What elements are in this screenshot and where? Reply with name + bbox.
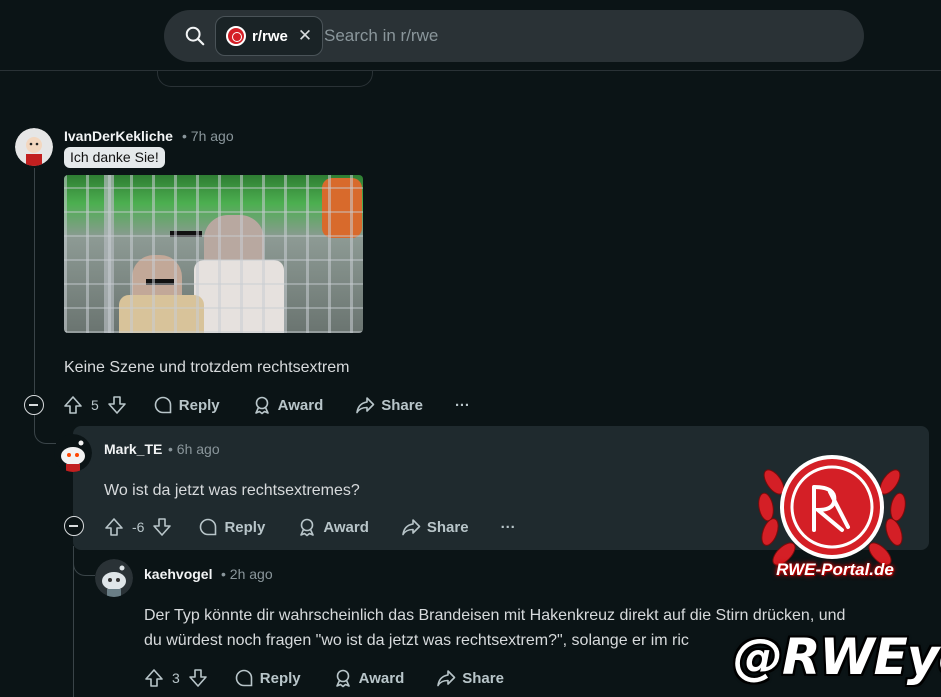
- reply-button[interactable]: Reply: [153, 395, 220, 415]
- award-button[interactable]: Award: [252, 395, 324, 415]
- comment-time: 2h ago: [229, 566, 273, 582]
- downvote-icon[interactable]: [152, 517, 172, 537]
- reply-button[interactable]: Reply: [198, 517, 265, 537]
- avatar[interactable]: [95, 559, 133, 597]
- share-icon: [356, 397, 375, 414]
- reply-label: Reply: [224, 518, 266, 536]
- reply-label: Reply: [178, 396, 220, 414]
- reply-icon: [200, 518, 217, 536]
- top-header: r/rwe ✕: [0, 0, 941, 71]
- comment-actions: -6 Reply Award Share ···: [104, 512, 516, 542]
- share-button[interactable]: Share: [401, 517, 469, 537]
- collapse-thread-button[interactable]: [24, 395, 44, 415]
- award-label: Award: [323, 518, 369, 536]
- subreddit-chip-label: r/rwe: [252, 27, 288, 45]
- upvote-icon[interactable]: [63, 395, 83, 415]
- award-button[interactable]: Award: [333, 668, 405, 688]
- comment-timestamp: • 7h ago: [182, 128, 234, 144]
- award-label: Award: [358, 669, 405, 687]
- close-icon[interactable]: ✕: [298, 26, 312, 46]
- upvote-icon[interactable]: [144, 668, 164, 688]
- share-icon: [402, 519, 421, 536]
- award-label: Award: [277, 396, 324, 414]
- reply-icon: [154, 396, 172, 414]
- comment-body: Keine Szene und trotzdem rechtsextrem: [64, 359, 350, 376]
- user-flair: Ich danke Sie!: [64, 147, 165, 168]
- vote-controls: 5: [63, 395, 127, 415]
- vote-score: 5: [91, 397, 99, 413]
- vote-controls: -6: [104, 517, 172, 537]
- share-button[interactable]: Share: [436, 668, 504, 688]
- award-icon: [254, 396, 269, 415]
- upvote-icon[interactable]: [104, 517, 124, 537]
- avatar[interactable]: [15, 128, 53, 166]
- downvote-icon[interactable]: [188, 668, 208, 688]
- share-label: Share: [381, 396, 423, 414]
- comment-author[interactable]: Mark_TE: [104, 441, 162, 457]
- comment-time: 6h ago: [176, 441, 220, 457]
- share-label: Share: [462, 669, 504, 687]
- comment-author[interactable]: kaehvogel: [144, 566, 212, 582]
- thread-connector: [73, 546, 95, 576]
- comment-image[interactable]: [64, 175, 363, 333]
- avatar[interactable]: [54, 434, 92, 472]
- comment-time: 7h ago: [190, 128, 234, 144]
- rweye-watermark: @RWEye: [733, 628, 941, 686]
- comment-timestamp: • 6h ago: [168, 441, 220, 457]
- award-button[interactable]: Award: [297, 517, 369, 537]
- comment-actions: 3 Reply Award Share: [144, 663, 504, 693]
- reply-button[interactable]: Reply: [234, 668, 301, 688]
- downvote-icon[interactable]: [107, 395, 127, 415]
- rwe-logo-icon: [226, 26, 246, 46]
- fence-overlay: [64, 175, 363, 333]
- comment-actions: 5 Reply Award Share ···: [63, 390, 470, 420]
- reply-label: Reply: [259, 669, 301, 687]
- share-button[interactable]: Share: [355, 395, 423, 415]
- more-options-button[interactable]: ···: [501, 519, 516, 536]
- search-bar[interactable]: r/rwe ✕: [164, 10, 864, 62]
- share-label: Share: [426, 518, 469, 536]
- comment-author[interactable]: IvanDerKekliche: [64, 128, 173, 144]
- search-icon: [185, 26, 205, 46]
- vote-score: -6: [132, 519, 145, 535]
- thread-line: [34, 168, 35, 394]
- rwe-portal-label: RWE-Portal.de: [776, 560, 894, 579]
- vote-controls: 3: [144, 668, 208, 688]
- collapse-thread-button[interactable]: [64, 516, 84, 536]
- more-options-button[interactable]: ···: [455, 397, 470, 414]
- comment-body: Wo ist da jetzt was rechtsextremes?: [104, 482, 360, 499]
- thread-connector: [34, 414, 56, 444]
- comment-timestamp: • 2h ago: [221, 566, 273, 582]
- reply-icon: [235, 669, 253, 687]
- vote-score: 3: [172, 670, 180, 686]
- share-icon: [437, 670, 456, 687]
- award-icon: [300, 518, 315, 537]
- previous-card-edge: [157, 71, 373, 87]
- award-icon: [335, 669, 350, 688]
- comment-body-line: du würdest noch fragen "wo ist da jetzt …: [144, 632, 689, 649]
- subreddit-filter-chip[interactable]: r/rwe ✕: [215, 16, 324, 56]
- search-input[interactable]: [324, 24, 824, 48]
